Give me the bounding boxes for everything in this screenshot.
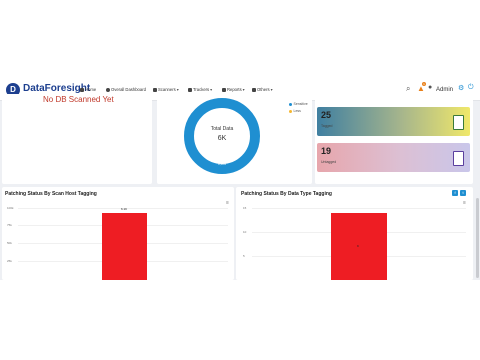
- y-tick-label: 100k: [7, 206, 14, 210]
- legend-dot: [289, 102, 292, 106]
- data-type-panel-title: Patching Status By Data Type Tagging: [241, 191, 332, 197]
- gear-icon[interactable]: ⚙: [458, 84, 464, 92]
- report-icon: [222, 87, 226, 92]
- others-icon: [252, 87, 256, 92]
- untagged-stat[interactable]: 19 Untagged: [317, 143, 470, 172]
- app-window: D DataForesight Home Overall Dashboard S…: [0, 80, 480, 280]
- chevron-down-icon: ▾: [210, 87, 213, 92]
- facebook-share-icon[interactable]: f: [452, 190, 458, 196]
- video-frame: { "brand": { "name": "DataForesight" }, …: [0, 0, 480, 360]
- tagged-count: 25: [321, 110, 332, 120]
- tagged-stat[interactable]: 25 Tagged: [317, 107, 470, 136]
- legend-item-less[interactable]: Less: [289, 109, 308, 113]
- y-tick-label: 10: [243, 230, 247, 234]
- tagged-label: Tagged: [321, 124, 333, 128]
- nav-scanners[interactable]: Scanners▾: [153, 87, 179, 92]
- legend-item-sensitive[interactable]: Sensitive: [289, 102, 308, 106]
- chevron-down-icon: ▾: [270, 87, 273, 92]
- chart-bar[interactable]: [102, 213, 147, 280]
- y-tick-label: 75k: [7, 223, 12, 227]
- nav-reports[interactable]: Reports▾: [222, 87, 245, 92]
- nav-trackers[interactable]: Trackers▾: [188, 87, 212, 92]
- untagged-count: 19: [321, 146, 332, 156]
- legend-dot: [289, 109, 292, 113]
- home-icon: [80, 87, 84, 92]
- total-data-donut: Total Data 6K 6,608: [183, 97, 261, 180]
- y-tick-label: 25k: [7, 259, 12, 263]
- bar-value-label: 9: [357, 244, 359, 248]
- scan-host-panel-title: Patching Status By Scan Host Tagging: [5, 191, 97, 197]
- power-icon[interactable]: ⏻: [468, 84, 474, 92]
- donut-center-value: 6K: [217, 135, 227, 142]
- nav-overall-dashboard[interactable]: Overall Dashboard: [106, 87, 146, 92]
- dashboard-icon: [106, 87, 110, 92]
- donut-bottom-label: 6,608: [218, 162, 226, 166]
- search-icon[interactable]: ⌕: [406, 84, 410, 94]
- nav-others[interactable]: Others▾: [252, 87, 273, 92]
- no-db-scanned-message: No DB Scanned Yet: [43, 95, 114, 104]
- nav-home[interactable]: Home: [80, 87, 96, 92]
- twitter-share-icon[interactable]: t: [460, 190, 466, 196]
- y-tick-label: 15: [243, 206, 247, 210]
- grid-line: [252, 208, 466, 209]
- bar-value-label: 6.1K: [121, 207, 128, 211]
- y-tick-label: 50k: [7, 241, 12, 245]
- page-scrollbar[interactable]: [476, 198, 479, 278]
- user-name[interactable]: Admin: [436, 87, 453, 93]
- chart-bar[interactable]: [331, 213, 387, 280]
- file-icon: [453, 151, 464, 166]
- chart-menu-icon[interactable]: ≡: [226, 200, 229, 206]
- donut-legend: Sensitive Less: [289, 102, 308, 113]
- scanner-icon: [153, 87, 157, 92]
- donut-center-title: Total Data: [210, 126, 234, 132]
- chevron-down-icon: ▾: [242, 87, 245, 92]
- user-icon: ●: [428, 84, 433, 91]
- untagged-label: Untagged: [321, 160, 337, 164]
- chart-menu-icon[interactable]: ≡: [463, 200, 466, 206]
- file-check-icon: [453, 115, 464, 130]
- tracker-icon: [188, 87, 192, 92]
- chevron-down-icon: ▾: [176, 87, 179, 92]
- y-tick-label: 5: [243, 254, 245, 258]
- notification-badge: 1: [422, 82, 426, 86]
- scan-status-card: [2, 94, 152, 184]
